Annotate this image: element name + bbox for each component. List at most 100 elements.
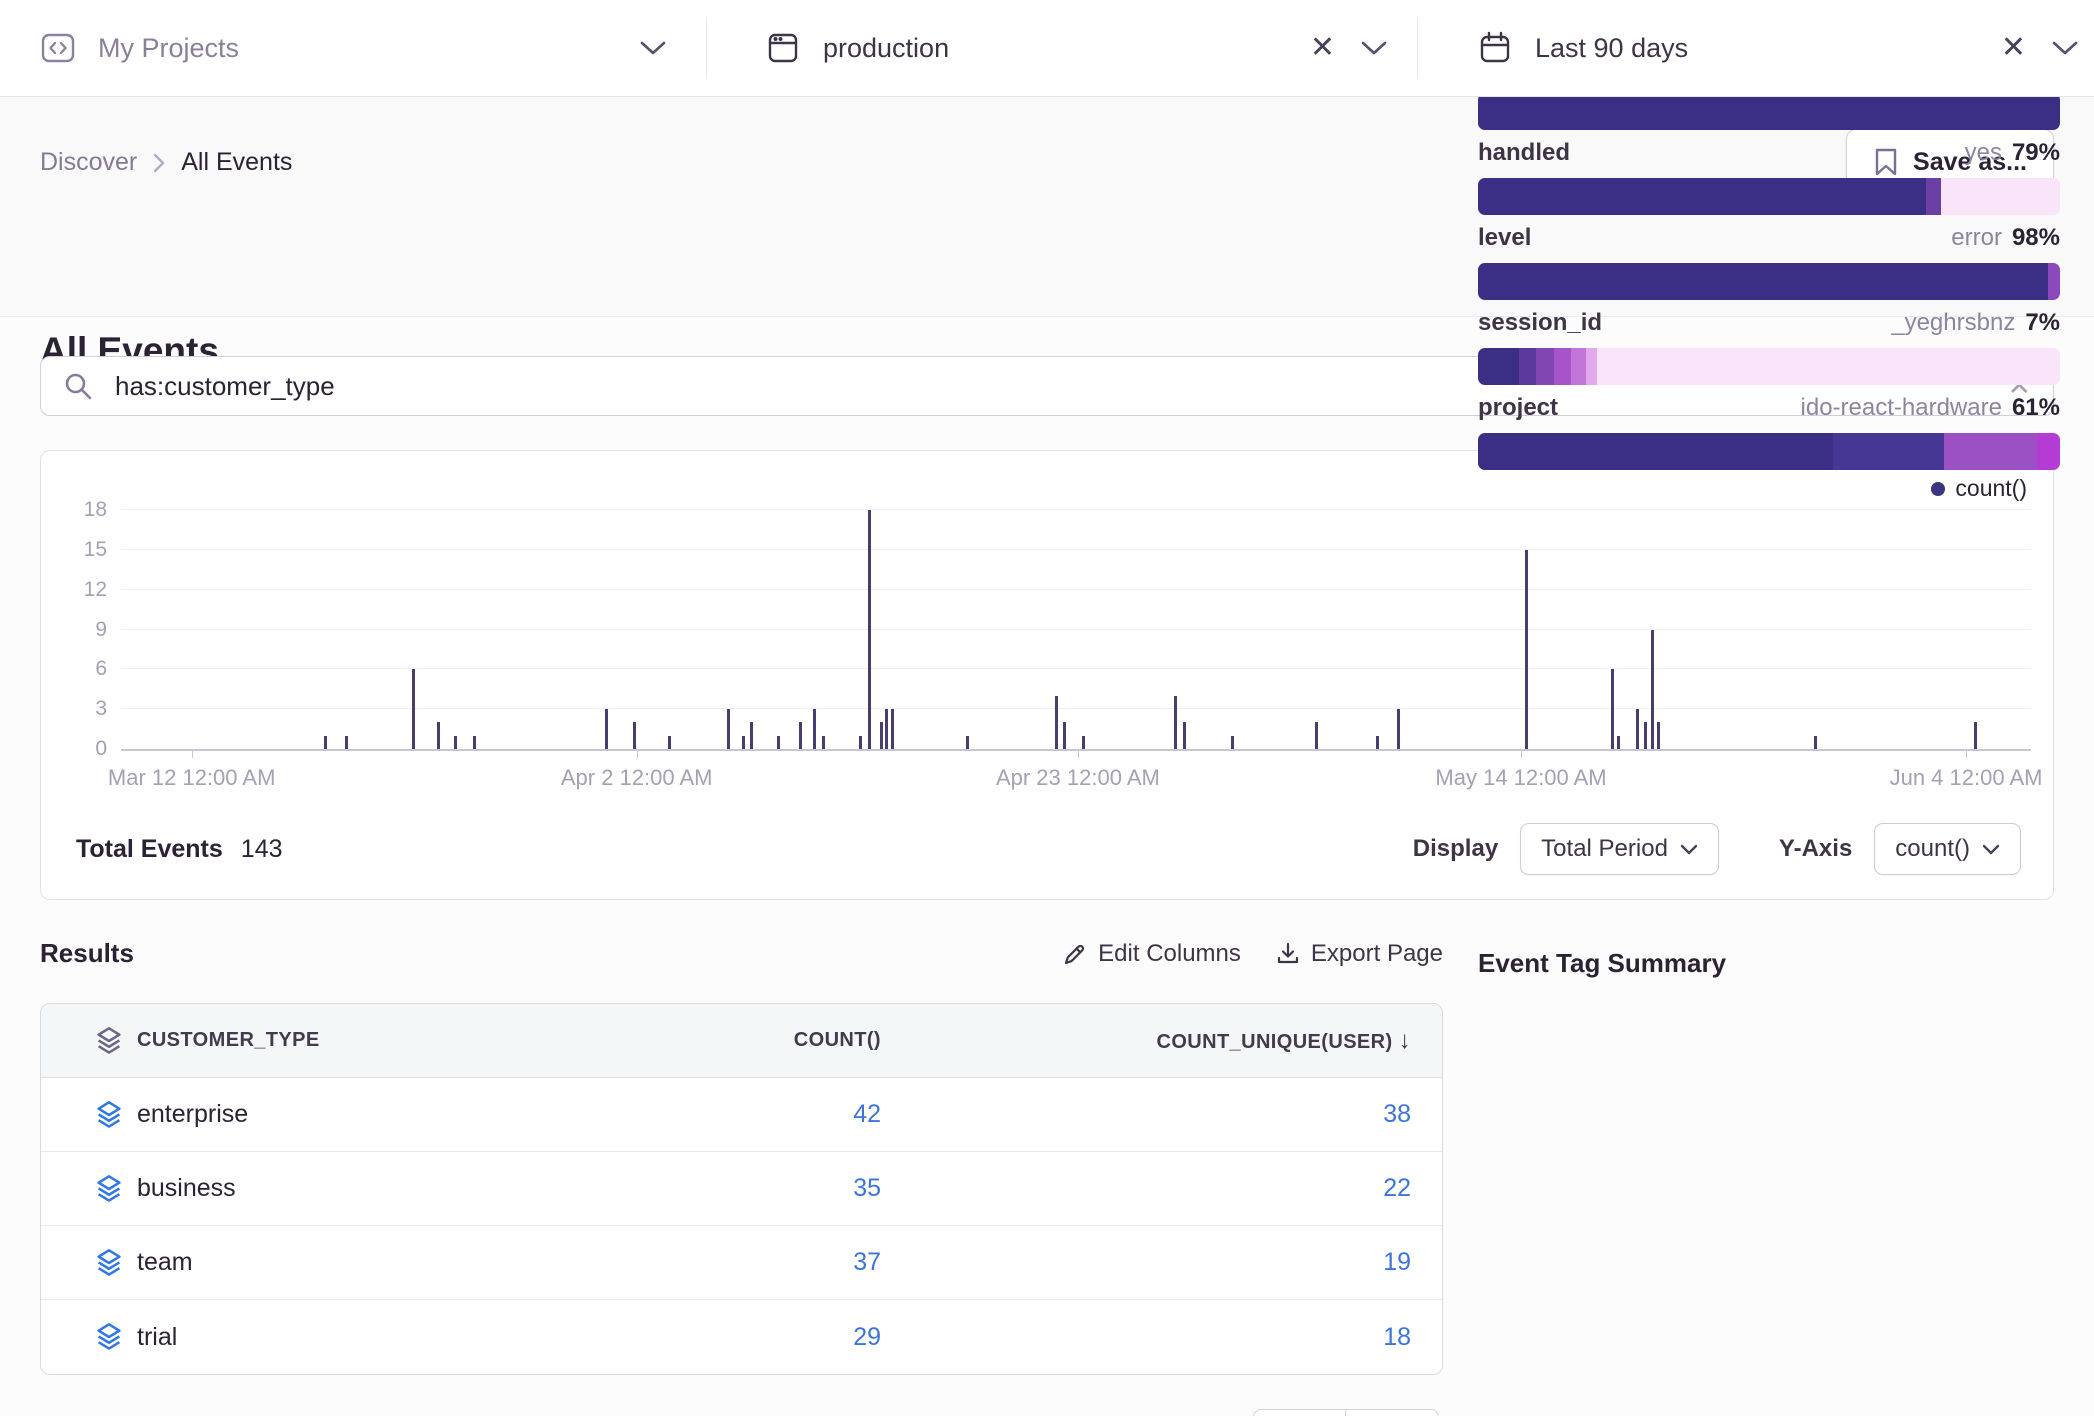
- layers-icon[interactable]: [81, 1100, 137, 1130]
- tag-bar-segment[interactable]: [2048, 263, 2060, 300]
- column-header-count-unique-user[interactable]: COUNT_UNIQUE(USER)↓: [881, 1027, 1411, 1055]
- x-axis-tick: [192, 749, 193, 758]
- legend-label: count(): [1955, 475, 2027, 502]
- layers-icon[interactable]: [81, 1322, 137, 1352]
- breadcrumb-discover[interactable]: Discover: [40, 148, 137, 177]
- chart-bar: [750, 722, 753, 749]
- project-selector-label: My Projects: [98, 33, 239, 64]
- x-axis-tick: [1966, 749, 1967, 758]
- chart-gridline: [121, 589, 2031, 590]
- y-axis-tick-label: 6: [57, 657, 107, 681]
- chart-gridline: [121, 509, 2031, 510]
- chevron-down-icon[interactable]: [640, 41, 666, 56]
- count-value-link[interactable]: 42: [853, 1100, 881, 1128]
- export-page-button[interactable]: Export Page: [1275, 940, 1443, 968]
- pagination-prev-button[interactable]: [1253, 1409, 1346, 1416]
- display-label: Display: [1413, 835, 1498, 863]
- tag-bar-segment[interactable]: [1478, 433, 1833, 470]
- x-axis-tick-label: Mar 12 12:00 AM: [108, 765, 276, 791]
- download-icon: [1275, 941, 1301, 967]
- results-header: Results Edit Columns: [40, 938, 1443, 969]
- count-unique-user-value-link[interactable]: 22: [1383, 1174, 1411, 1202]
- tag-bar-segment[interactable]: [1554, 348, 1571, 385]
- tag-top-value: error: [1951, 224, 2002, 252]
- chart-bar: [799, 722, 802, 749]
- tag-bar-segment[interactable]: [1519, 348, 1536, 385]
- column-header-count[interactable]: COUNT(): [657, 1029, 881, 1052]
- tag-bar-segment[interactable]: [1586, 348, 1598, 385]
- x-axis-tick: [637, 749, 638, 758]
- chart-bar: [1636, 709, 1639, 749]
- chevron-down-icon[interactable]: [1361, 41, 1387, 56]
- chevron-down-icon[interactable]: [2052, 41, 2078, 56]
- tag-top-value: yes: [1965, 139, 2002, 167]
- legend-item-count[interactable]: count(): [1931, 475, 2027, 502]
- tag-bar-segment[interactable]: [1944, 433, 2037, 470]
- project-selector[interactable]: My Projects: [0, 0, 706, 96]
- tag-bar-segment[interactable]: [1833, 433, 1944, 470]
- tag-bar-segment[interactable]: [1926, 178, 1941, 215]
- cell-count-unique-user: 19: [881, 1248, 1411, 1277]
- y-axis-label: Y-Axis: [1779, 835, 1852, 863]
- y-axis-dropdown[interactable]: count(): [1874, 823, 2021, 875]
- count-value-link[interactable]: 35: [853, 1174, 881, 1202]
- chart-gridline: [121, 708, 2031, 709]
- event-tag-summary: Event Tag Summary environmentproduction1…: [1478, 948, 2060, 979]
- edit-columns-label: Edit Columns: [1098, 940, 1241, 968]
- x-axis-tick-label: May 14 12:00 AM: [1435, 765, 1606, 791]
- environment-label: production: [823, 33, 949, 64]
- window-icon: [765, 30, 801, 66]
- chart-bar: [1974, 722, 1977, 749]
- count-value-link[interactable]: 29: [853, 1323, 881, 1351]
- count-unique-user-value-link[interactable]: 18: [1383, 1323, 1411, 1351]
- tag-bar-segment[interactable]: [1597, 348, 2060, 385]
- chart-bar: [880, 722, 883, 749]
- cell-customer-type: enterprise: [137, 1100, 657, 1129]
- chart-bar: [454, 736, 457, 749]
- tag-percent: 61%: [2012, 394, 2060, 422]
- cell-count-unique-user: 22: [881, 1174, 1411, 1203]
- pagination-next-button[interactable]: [1346, 1409, 1439, 1416]
- tag-bar-segment[interactable]: [1478, 93, 2060, 130]
- environment-selector[interactable]: production ✕: [707, 0, 1417, 96]
- tag-bar-segment[interactable]: [1536, 348, 1553, 385]
- display-dropdown-value: Total Period: [1541, 835, 1668, 863]
- results-heading: Results: [40, 938, 134, 969]
- count-unique-user-value-link[interactable]: 19: [1383, 1248, 1411, 1276]
- display-dropdown[interactable]: Total Period: [1520, 823, 1719, 875]
- tag-bar-segment[interactable]: [1478, 263, 2048, 300]
- chart-bar: [1397, 709, 1400, 749]
- discover-page: My Projects production ✕: [0, 0, 2094, 1416]
- layers-icon[interactable]: [81, 1248, 137, 1278]
- tag-summary-row: session_id_yeghrsbnz7%: [1478, 309, 2060, 385]
- date-range-selector[interactable]: Last 90 days ✕: [1418, 0, 2094, 96]
- chart-bar: [1376, 736, 1379, 749]
- layers-icon[interactable]: [81, 1174, 137, 1204]
- tag-bar-segment[interactable]: [2037, 433, 2060, 470]
- chart-gridline: [121, 668, 2031, 669]
- cell-count: 37: [657, 1248, 881, 1277]
- chart-footer: Total Events 143 Display Total Period Y-…: [41, 813, 2053, 899]
- tag-bar-segment[interactable]: [1941, 178, 2060, 215]
- clear-date-range-icon[interactable]: ✕: [2001, 33, 2026, 63]
- edit-columns-button[interactable]: Edit Columns: [1062, 940, 1241, 968]
- clear-environment-icon[interactable]: ✕: [1310, 33, 1335, 63]
- breadcrumb: Discover All Events: [40, 148, 292, 177]
- tag-percent: 79%: [2012, 139, 2060, 167]
- cell-count-unique-user: 18: [881, 1323, 1411, 1352]
- chevron-down-icon: [1982, 844, 2000, 855]
- column-header-customer-type[interactable]: CUSTOMER_TYPE: [137, 1029, 657, 1052]
- tag-bar-segment[interactable]: [1478, 178, 1926, 215]
- chart-bar: [1644, 722, 1647, 749]
- events-chart-card: count() 0369121518Mar 12 12:00 AMApr 2 1…: [40, 450, 2054, 900]
- count-value-link[interactable]: 37: [853, 1248, 881, 1276]
- tag-bar-segment[interactable]: [1478, 348, 1519, 385]
- tag-percent: 98%: [2012, 224, 2060, 252]
- tag-summary-heading: Event Tag Summary: [1478, 948, 2060, 979]
- tag-distribution-bar: [1478, 348, 2060, 385]
- count-unique-user-value-link[interactable]: 38: [1383, 1100, 1411, 1128]
- chart-bar: [859, 736, 862, 749]
- tag-bar-segment[interactable]: [1571, 348, 1586, 385]
- x-axis-tick: [1078, 749, 1079, 758]
- tag-name: project: [1478, 394, 1558, 422]
